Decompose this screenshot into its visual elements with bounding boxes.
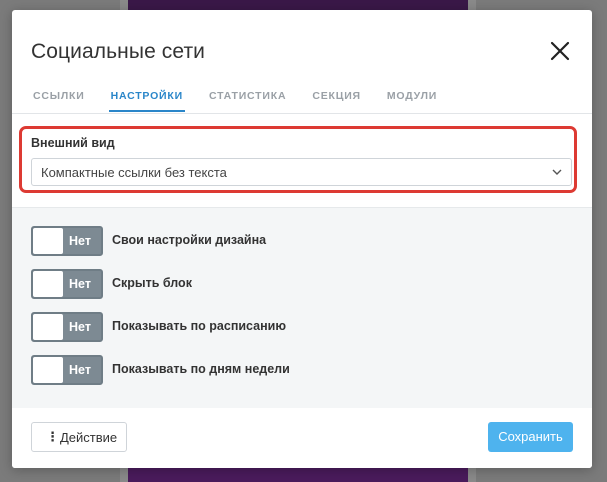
- toggle-knob: [33, 314, 63, 340]
- toggle-state: Нет: [69, 363, 91, 377]
- weekdays-toggle[interactable]: Нет: [31, 355, 103, 385]
- toggle-state: Нет: [69, 234, 91, 248]
- toggle-label: Показывать по расписанию: [112, 319, 287, 333]
- toggle-row-custom-design: Нет Свои настройки дизайна: [31, 226, 571, 256]
- toggle-label: Свои настройки дизайна: [112, 233, 267, 247]
- toggle-row-hide-block: Нет Скрыть блок: [31, 269, 571, 299]
- modal-footer: ⋮ Действие Сохранить: [12, 408, 592, 468]
- tab-settings[interactable]: НАСТРОЙКИ: [108, 86, 185, 112]
- toggle-state: Нет: [69, 320, 91, 334]
- toggle-knob: [33, 357, 63, 383]
- toggle-state: Нет: [69, 277, 91, 291]
- modal-title: Социальные сети: [31, 40, 206, 63]
- settings-modal: Социальные сети ССЫЛКИ НАСТРОЙКИ СТАТИСТ…: [12, 10, 592, 468]
- custom-design-toggle[interactable]: Нет: [31, 226, 103, 256]
- toggle-row-schedule: Нет Показывать по расписанию: [31, 312, 571, 342]
- hide-block-toggle[interactable]: Нет: [31, 269, 103, 299]
- tab-bar: ССЫЛКИ НАСТРОЙКИ СТАТИСТИКА СЕКЦИЯ МОДУЛ…: [31, 86, 461, 114]
- toggles-section: Нет Свои настройки дизайна Нет Скрыть бл…: [12, 207, 592, 409]
- tab-links[interactable]: ССЫЛКИ: [31, 86, 87, 110]
- toggle-knob: [33, 271, 63, 297]
- background-block: [128, 468, 468, 482]
- save-button[interactable]: Сохранить: [488, 422, 573, 452]
- toggle-row-weekdays: Нет Показывать по дням недели: [31, 355, 571, 385]
- more-vertical-icon: ⋮: [46, 429, 59, 444]
- toggle-label: Показывать по дням недели: [112, 362, 290, 376]
- toggle-knob: [33, 228, 63, 254]
- action-label: Действие: [60, 430, 118, 445]
- appearance-select-value: Компактные ссылки без текста: [41, 165, 227, 180]
- action-button[interactable]: ⋮ Действие: [31, 422, 127, 452]
- appearance-section: Внешний вид Компактные ссылки без текста: [12, 114, 592, 207]
- appearance-select[interactable]: Компактные ссылки без текста: [31, 158, 572, 186]
- close-button[interactable]: [546, 37, 574, 65]
- tab-section[interactable]: СЕКЦИЯ: [310, 86, 363, 110]
- tab-statistics[interactable]: СТАТИСТИКА: [207, 86, 288, 110]
- schedule-toggle[interactable]: Нет: [31, 312, 103, 342]
- tab-modules[interactable]: МОДУЛИ: [385, 86, 439, 110]
- save-label: Сохранить: [498, 429, 563, 444]
- toggle-label: Скрыть блок: [112, 276, 192, 290]
- chevron-down-icon: [552, 169, 562, 175]
- appearance-label: Внешний вид: [31, 136, 115, 150]
- close-icon: [550, 41, 570, 61]
